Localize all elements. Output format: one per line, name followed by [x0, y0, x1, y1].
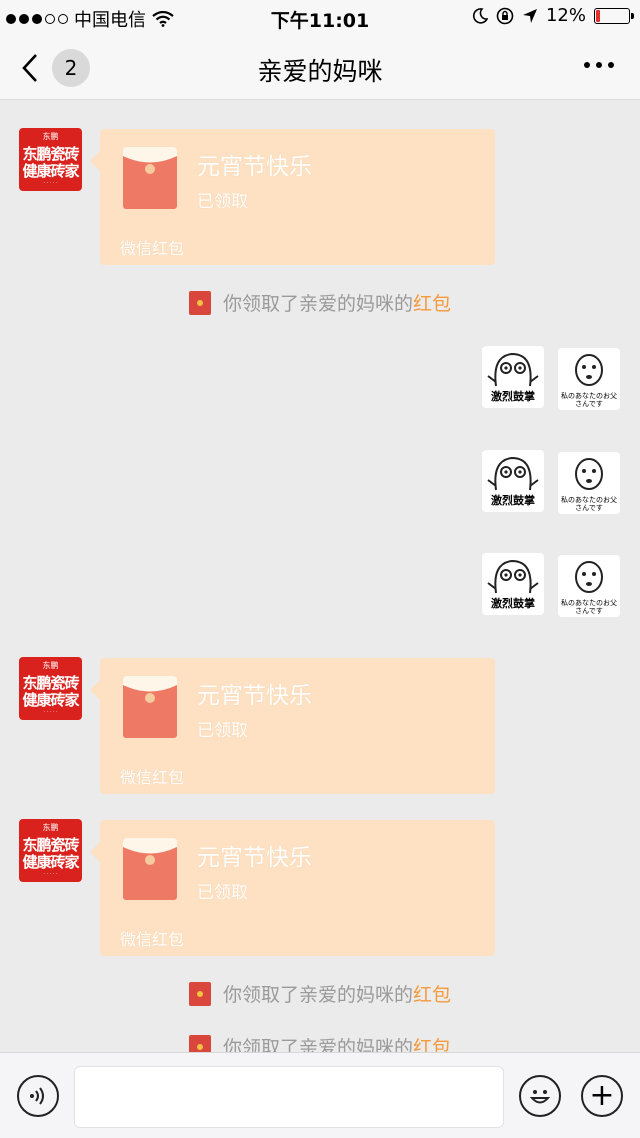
battery-percent: 12% [545, 5, 586, 26]
voice-icon [30, 1087, 44, 1105]
clap-face-icon [487, 352, 539, 387]
dad-sticker[interactable]: 私のあなたのお父さんです [558, 555, 620, 617]
clap-face-icon [487, 559, 539, 594]
voice-button[interactable] [17, 1075, 59, 1117]
red-packet-mini-icon [188, 1034, 211, 1052]
red-packet-title: 元宵节快乐 [197, 683, 312, 709]
red-packet-status: 已领取 [197, 883, 248, 903]
more-dots-icon [584, 62, 590, 68]
face-icon [575, 458, 603, 490]
red-envelope-icon [123, 838, 177, 900]
red-packet-mini-icon [188, 290, 211, 315]
chat-title: 亲爱的妈咪 [257, 57, 383, 86]
face-icon [575, 354, 603, 386]
plus-icon: + [589, 1078, 615, 1113]
more-button[interactable] [584, 62, 614, 68]
red-packet-status: 已领取 [197, 192, 248, 212]
red-packet-footer: 微信红包 [120, 239, 185, 258]
clap-sticker[interactable]: 激烈鼓掌 [482, 450, 544, 512]
red-packet-message[interactable]: 元宵节快乐 已领取 微信红包 [90, 129, 495, 265]
chat-header: 2 亲爱的妈咪 [0, 34, 640, 100]
message-list[interactable]: 东鹏 东鹏瓷砖 健康砖家 · · · · · 元宵节快乐 已领取 微信红包 你领… [0, 100, 640, 1052]
clap-face-icon [487, 456, 539, 491]
red-packet-title: 元宵节快乐 [197, 154, 312, 180]
red-packet-status: 已领取 [197, 721, 248, 741]
input-bar: + [0, 1052, 640, 1138]
red-packet-title: 元宵节快乐 [197, 845, 312, 871]
contact-avatar[interactable]: 东鹏 东鹏瓷砖 健康砖家 · · · · · [19, 128, 82, 191]
dad-sticker[interactable]: 私のあなたのお父さんです [558, 348, 620, 410]
red-packet-link[interactable]: 红包 [413, 293, 451, 315]
location-icon [522, 8, 537, 23]
dad-sticker[interactable]: 私のあなたのお父さんです [558, 452, 620, 514]
moon-icon [472, 7, 488, 24]
plus-button[interactable]: + [581, 1075, 623, 1117]
red-packet-link[interactable]: 红包 [413, 984, 451, 1006]
status-bar: 中国电信 下午11:01 12% [0, 0, 640, 34]
system-message: 你领取了亲爱的妈咪的红包 [0, 1033, 640, 1052]
red-envelope-icon [123, 676, 177, 738]
clap-sticker[interactable]: 激烈鼓掌 [482, 553, 544, 615]
status-icons: 12% [472, 5, 634, 26]
emoji-button[interactable] [519, 1075, 561, 1117]
battery-icon [594, 7, 634, 24]
red-packet-footer: 微信红包 [120, 930, 185, 949]
clap-sticker[interactable]: 激烈鼓掌 [482, 346, 544, 408]
message-input[interactable] [74, 1066, 504, 1128]
contact-avatar[interactable]: 东鹏 东鹏瓷砖 健康砖家 · · · · · [19, 657, 82, 720]
red-envelope-icon [123, 147, 177, 209]
emoji-icon [529, 1090, 551, 1104]
contact-avatar[interactable]: 东鹏 东鹏瓷砖 健康砖家 · · · · · [19, 819, 82, 882]
red-packet-mini-icon [188, 981, 211, 1006]
red-packet-message[interactable]: 元宵节快乐 已领取 微信红包 [90, 820, 495, 956]
face-icon [575, 561, 603, 593]
red-packet-link[interactable]: 红包 [413, 1037, 451, 1052]
system-message: 你领取了亲爱的妈咪的红包 [0, 289, 640, 316]
red-packet-footer: 微信红包 [120, 768, 185, 787]
orientation-lock-icon [496, 7, 514, 24]
system-message: 你领取了亲爱的妈咪的红包 [0, 980, 640, 1007]
red-packet-message[interactable]: 元宵节快乐 已领取 微信红包 [90, 658, 495, 794]
